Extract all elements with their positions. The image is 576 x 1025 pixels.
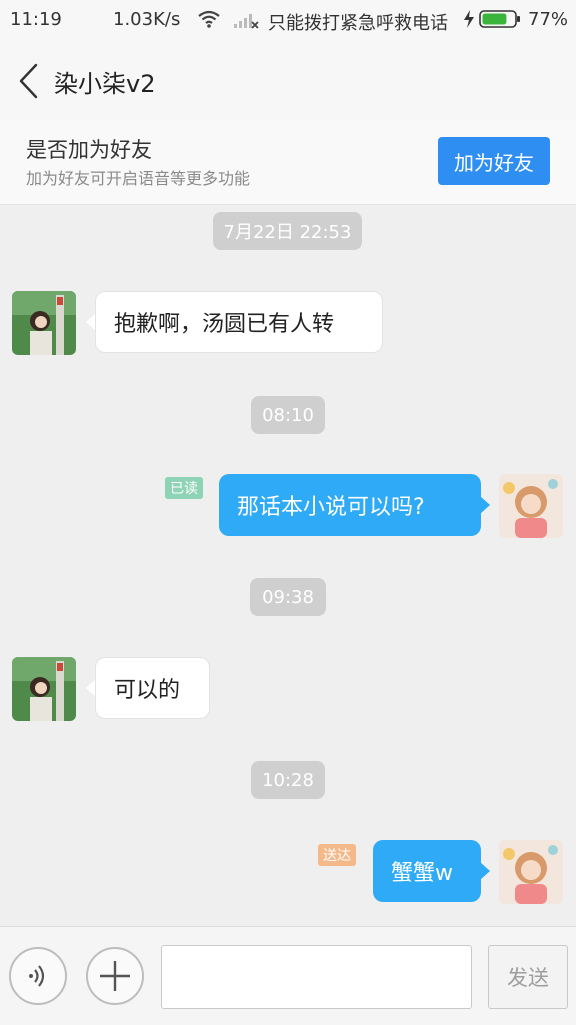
- chat-title: 染小柒v2: [54, 70, 156, 98]
- voice-icon: [29, 965, 45, 987]
- delivered-status-badge: 送达: [318, 844, 356, 866]
- status-time: 11:19: [10, 9, 62, 30]
- timestamp: 08:10: [251, 396, 325, 434]
- bubble-tail: [480, 862, 490, 880]
- timestamp: 10:28: [251, 761, 325, 799]
- add-friend-subtitle: 加为好友可开启语音等更多功能: [26, 169, 251, 188]
- plus-icon: [100, 961, 130, 991]
- battery-icon: [479, 10, 520, 28]
- send-button[interactable]: 发送: [488, 945, 568, 1009]
- charging-icon: [464, 10, 474, 28]
- incoming-message[interactable]: 抱歉啊，汤圆已有人转: [95, 291, 383, 353]
- my-avatar-image: [499, 474, 563, 538]
- add-friend-banner: 是否加为好友 加为好友可开启语音等更多功能 加为好友: [0, 120, 576, 205]
- battery-percent: 77%: [528, 9, 569, 30]
- contact-avatar-image: [12, 291, 76, 355]
- incoming-message[interactable]: 可以的: [95, 657, 210, 719]
- voice-button[interactable]: [9, 947, 67, 1005]
- my-avatar[interactable]: [499, 474, 563, 538]
- network-speed: 1.03K/s: [113, 9, 181, 30]
- status-bar: 11:19 1.03K/s 只能拨打紧急呼救电话 77%: [0, 0, 576, 40]
- outgoing-message[interactable]: 那话本小说可以吗?: [219, 474, 481, 536]
- emergency-call-text: 只能拨打紧急呼救电话: [268, 13, 448, 34]
- wifi-icon: [198, 10, 220, 28]
- more-actions-button[interactable]: [86, 947, 144, 1005]
- contact-avatar[interactable]: [12, 657, 76, 721]
- input-bar: 发送: [0, 926, 576, 1025]
- signal-icon: [234, 14, 259, 29]
- message-input[interactable]: [161, 945, 472, 1009]
- back-arrow-icon[interactable]: [16, 62, 42, 100]
- chat-header: 染小柒v2: [0, 40, 576, 120]
- read-status-badge: 已读: [165, 477, 203, 499]
- outgoing-message[interactable]: 蟹蟹w: [373, 840, 481, 902]
- add-friend-button[interactable]: 加为好友: [438, 137, 550, 185]
- my-avatar[interactable]: [499, 840, 563, 904]
- timestamp: 7月22日 22:53: [213, 212, 362, 250]
- bubble-tail: [480, 496, 490, 514]
- my-avatar-image: [499, 840, 563, 904]
- contact-avatar-image: [12, 657, 76, 721]
- add-friend-question: 是否加为好友: [26, 138, 152, 162]
- timestamp: 09:38: [250, 578, 326, 616]
- contact-avatar[interactable]: [12, 291, 76, 355]
